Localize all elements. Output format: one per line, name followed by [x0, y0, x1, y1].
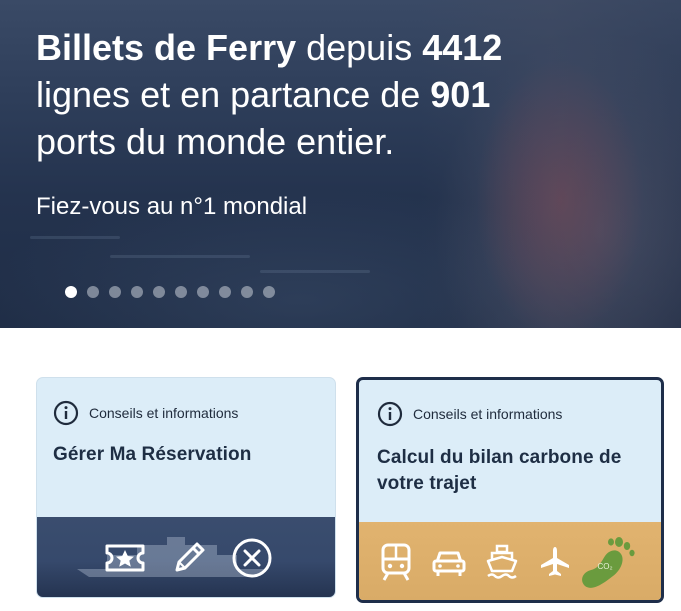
- headline-route-count: 4412: [422, 27, 503, 68]
- headline-ferry-tickets: Billets de Ferry: [36, 27, 297, 68]
- headline-text: lignes et en partance de: [36, 74, 431, 115]
- carousel-dot-9[interactable]: [241, 286, 253, 298]
- headline-text: depuis: [296, 27, 423, 68]
- plane-icon: [541, 547, 569, 576]
- cancel-circle-icon: [232, 538, 272, 578]
- card-icon-row: [103, 537, 335, 579]
- carousel-dot-10[interactable]: [263, 286, 275, 298]
- carousel-dot-7[interactable]: [197, 286, 209, 298]
- carousel-dot-2[interactable]: [87, 286, 99, 298]
- co2-label: CO₂: [597, 562, 612, 571]
- card-category-label: Conseils et informations: [89, 405, 239, 421]
- carbon-footprint-card[interactable]: Conseils et informations Calcul du bilan…: [356, 377, 664, 603]
- carousel-dot-4[interactable]: [131, 286, 143, 298]
- carousel-pagination: [65, 286, 275, 298]
- carousel-dot-8[interactable]: [219, 286, 231, 298]
- carousel-dot-3[interactable]: [109, 286, 121, 298]
- card-title: Gérer Ma Réservation: [53, 444, 252, 465]
- hero-headline: Billets de Ferry depuis 4412 lignes et e…: [36, 24, 596, 165]
- carousel-dot-1[interactable]: [65, 286, 77, 298]
- card-title: Calcul du bilan carbone de votre trajet: [377, 447, 622, 494]
- info-icon: [53, 400, 79, 426]
- card-category: Conseils et informations: [377, 401, 562, 427]
- co2-footprint-icon: CO₂: [582, 537, 635, 588]
- ferry-icon: [486, 544, 518, 579]
- manage-booking-card[interactable]: Conseils et informations Gérer Ma Réserv…: [36, 377, 336, 598]
- hero-banner: Billets de Ferry depuis 4412 lignes et e…: [0, 0, 681, 328]
- ticket-star-icon: [105, 544, 145, 572]
- card-category-label: Conseils et informations: [413, 406, 563, 422]
- carousel-dot-5[interactable]: [153, 286, 165, 298]
- pencil-icon: [175, 542, 205, 572]
- headline-port-count: 901: [430, 74, 491, 115]
- sea-wave: [260, 270, 370, 273]
- carousel-dot-6[interactable]: [175, 286, 187, 298]
- train-icon: [381, 543, 411, 581]
- card-category: Conseils et informations: [53, 400, 238, 426]
- car-icon: [432, 551, 466, 576]
- headline-text: ports du monde entier.: [36, 121, 395, 162]
- sea-wave: [30, 236, 120, 239]
- info-icon: [377, 401, 403, 427]
- card-image-panel: [37, 517, 335, 597]
- card-image-panel: CO₂: [359, 522, 661, 600]
- sea-wave: [110, 255, 250, 258]
- hero-tagline: Fiez-vous au n°1 mondial: [36, 193, 308, 220]
